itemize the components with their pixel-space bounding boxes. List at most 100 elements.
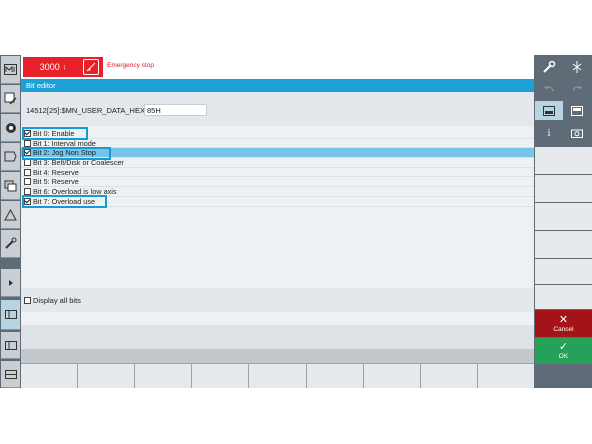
- edit-button[interactable]: [1, 85, 20, 113]
- bit-1-checkbox[interactable]: [24, 139, 31, 147]
- machine-button[interactable]: [1, 56, 20, 84]
- right-toolbar: i ✕ Cancel ✓ OK: [534, 55, 592, 388]
- softkey-v3[interactable]: [535, 203, 592, 230]
- window-icon: [4, 310, 17, 319]
- bit-4-label: Bit 4: Reserve: [33, 167, 79, 177]
- alarm-number: 3000: [39, 62, 60, 72]
- parameter-row: 14512[25]:$MN_USER_DATA_HEX = 85H: [21, 92, 534, 126]
- offset-icon: [5, 122, 16, 133]
- offset-button[interactable]: [1, 114, 20, 142]
- bit-row-4[interactable]: Bit 4: Reserve: [21, 168, 534, 178]
- bit-list: Bit 0: Enable Bit 1: Interval mode Bit 2…: [21, 127, 534, 208]
- softkey-h1[interactable]: [21, 364, 78, 388]
- expand-icon: [8, 279, 13, 286]
- expand-button[interactable]: [1, 269, 20, 297]
- bit-7-label: Bit 7: Overload use: [33, 196, 96, 206]
- bit-3-label: Bit 3: Belt/Disk or Coalescer: [33, 157, 124, 167]
- alarm-message: Emergency stop: [107, 62, 154, 69]
- dialog-bottom-strip: [21, 349, 534, 363]
- softkey-v4[interactable]: [535, 231, 592, 258]
- display-all-checkbox[interactable]: [24, 296, 31, 304]
- redo-button[interactable]: [563, 79, 591, 98]
- keyboard-button[interactable]: [563, 101, 591, 120]
- display-all-row[interactable]: Display all bits: [21, 288, 534, 312]
- parameter-value-field[interactable]: 85H: [144, 104, 207, 116]
- window-icon: [4, 369, 17, 379]
- bit-row-2[interactable]: Bit 2: Jog Non Stop: [21, 148, 534, 159]
- display-all-label: Display all bits: [33, 295, 81, 305]
- info-icon: i: [547, 126, 551, 139]
- diagnostics-button[interactable]: [1, 201, 20, 229]
- bit-5-checkbox[interactable]: [24, 178, 31, 186]
- program-manager-button[interactable]: [1, 172, 20, 200]
- wrench-icon: [543, 60, 556, 73]
- bit-editor-dialog: 14512[25]:$MN_USER_DATA_HEX = 85H Bit 0:…: [21, 92, 534, 325]
- bit-row-0[interactable]: Bit 0: Enable: [21, 129, 534, 139]
- window-icon: [4, 340, 17, 350]
- softkey-v5[interactable]: [535, 259, 592, 284]
- alarm-acknowledge-button[interactable]: [83, 59, 99, 75]
- bit-3-checkbox[interactable]: [24, 158, 31, 166]
- softkey-h3[interactable]: [135, 364, 192, 388]
- window-button[interactable]: [535, 101, 563, 120]
- ok-label: OK: [558, 353, 569, 360]
- setup-button[interactable]: [1, 230, 20, 258]
- alarm-status-bar: 3000 ↓ Emergency stop: [21, 55, 534, 79]
- program-button[interactable]: [1, 143, 20, 171]
- bit-0-label: Bit 0: Enable: [33, 128, 75, 138]
- window-icon: [543, 105, 555, 116]
- bit-row-7[interactable]: Bit 7: Overload use: [21, 197, 534, 207]
- cancel-label: Cancel: [553, 325, 574, 333]
- edit-icon: [4, 92, 17, 105]
- cancel-button[interactable]: ✕ Cancel: [535, 310, 592, 337]
- parameter-label: 14512[25]:$MN_USER_DATA_HEX =: [26, 106, 152, 115]
- view-button-1[interactable]: [1, 300, 20, 330]
- view-button-3[interactable]: [1, 361, 20, 388]
- check-icon: ✓: [558, 341, 569, 353]
- softkey-h5[interactable]: [249, 364, 306, 388]
- bit-6-label: Bit 6: Overload is low axis: [33, 186, 117, 196]
- info-button[interactable]: i: [535, 123, 563, 142]
- horizontal-softkeys: [21, 363, 534, 388]
- bit-row-5[interactable]: Bit 5: Reserve: [21, 177, 534, 188]
- bit-row-3[interactable]: Bit 3: Belt/Disk or Coalescer: [21, 158, 534, 168]
- redo-icon: [572, 85, 582, 91]
- softkey-h8[interactable]: [420, 364, 477, 388]
- tool-icon: [572, 60, 582, 73]
- screenshot-button[interactable]: [563, 123, 591, 142]
- softkey-v1[interactable]: [535, 147, 592, 174]
- softkey-h7[interactable]: [363, 364, 420, 388]
- left-toolbar: [0, 55, 21, 388]
- dialog-title: Bit editor: [21, 79, 534, 92]
- softkey-h2[interactable]: [78, 364, 135, 388]
- hmi-screen: 3000 ↓ Emergency stop Bit editor 14512[2…: [0, 55, 592, 388]
- softkey-h9[interactable]: [477, 364, 534, 388]
- wrench-button[interactable]: [535, 57, 563, 76]
- alarm-arrow-icon: ↓: [62, 63, 67, 71]
- bit-0-checkbox[interactable]: [24, 129, 31, 137]
- softkey-v2[interactable]: [535, 175, 592, 202]
- keyboard-icon: [571, 105, 583, 116]
- bit-6-checkbox[interactable]: [24, 187, 31, 195]
- machine-icon: [4, 64, 17, 75]
- diagnostics-icon: [4, 208, 17, 220]
- softkey-h4[interactable]: [192, 364, 249, 388]
- bit-4-checkbox[interactable]: [24, 168, 31, 176]
- bit-1-label: Bit 1: Interval mode: [33, 138, 96, 148]
- bit-row-6[interactable]: Bit 6: Overload is low axis: [21, 187, 534, 197]
- bit-7-checkbox[interactable]: [24, 197, 31, 205]
- close-icon: ✕: [558, 313, 569, 326]
- view-button-2[interactable]: [1, 332, 20, 359]
- undo-button[interactable]: [535, 79, 563, 98]
- undo-icon: [544, 85, 554, 91]
- ok-button[interactable]: ✓ OK: [535, 338, 592, 364]
- bit-row-1[interactable]: Bit 1: Interval mode: [21, 139, 534, 149]
- program-manager-icon: [4, 180, 17, 191]
- softkey-v6[interactable]: [535, 285, 592, 309]
- program-icon: [4, 151, 17, 162]
- setup-icon: [5, 237, 17, 249]
- tool-button[interactable]: [563, 57, 591, 76]
- acknowledge-icon: [86, 62, 96, 72]
- softkey-h6[interactable]: [306, 364, 363, 388]
- bit-2-checkbox[interactable]: [24, 149, 31, 157]
